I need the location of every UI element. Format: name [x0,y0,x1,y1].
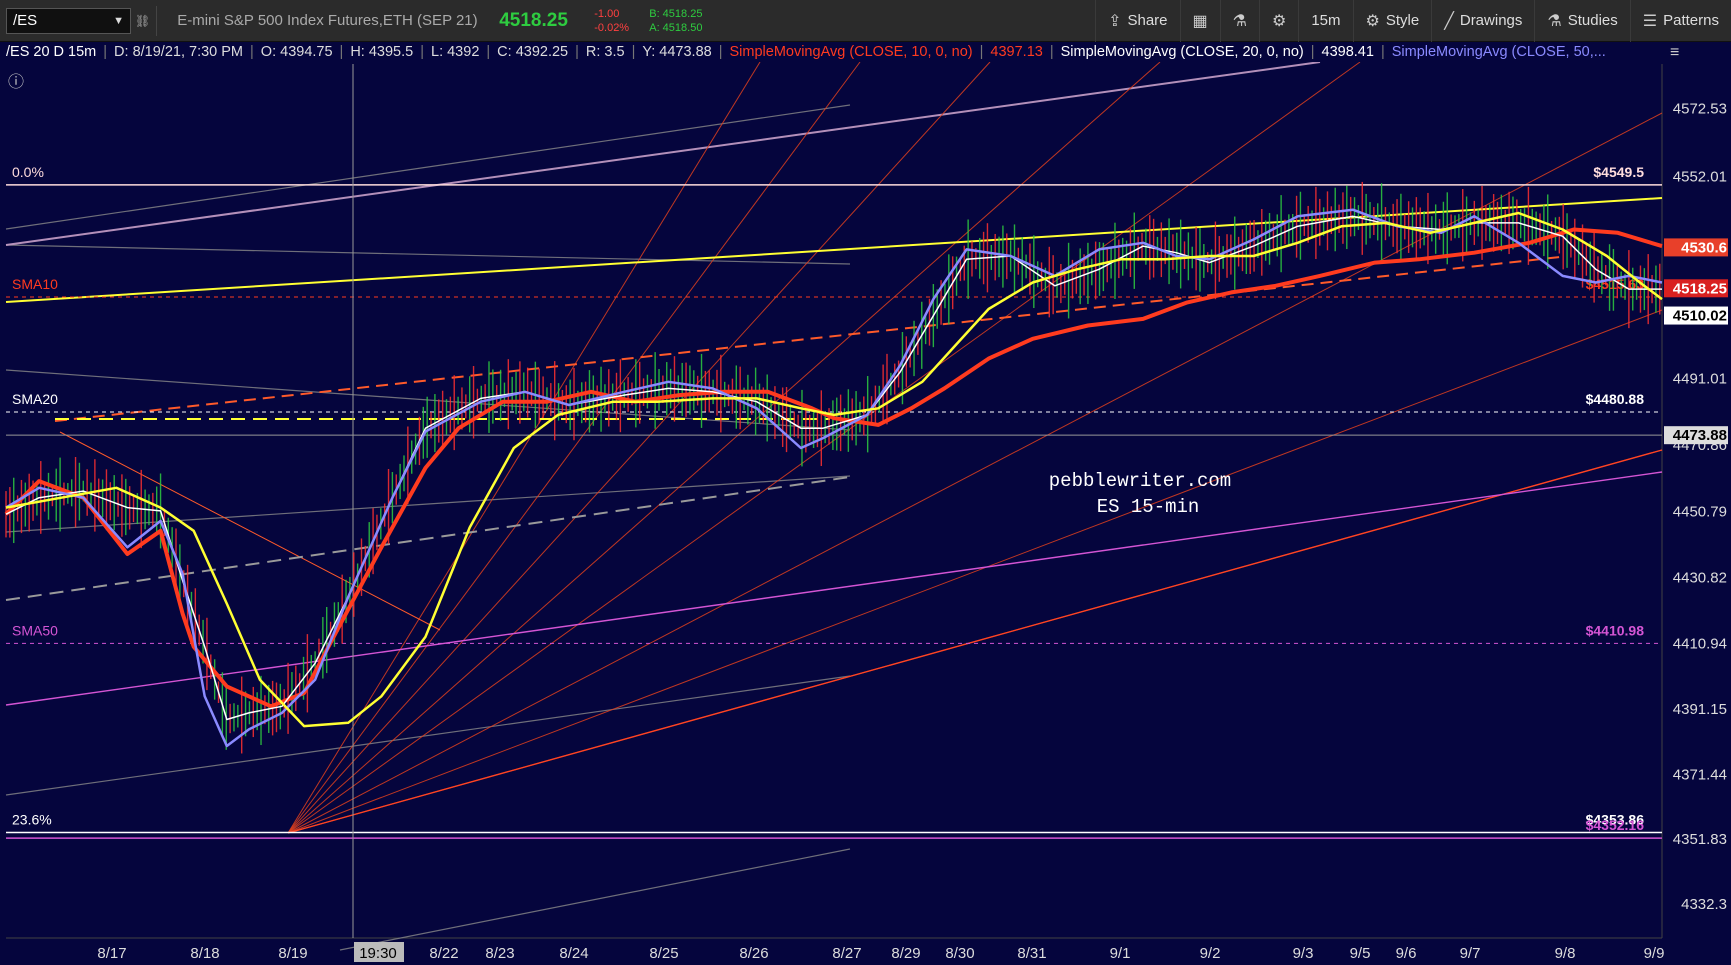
sma10-value: 4397.13 [990,44,1043,60]
level-label-left: 0.0% [12,164,44,180]
bar-open: O: 4394.75 [260,44,333,60]
level-label-left: 23.6% [12,812,52,828]
bar-range: R: 3.5 [585,44,625,60]
info-separator: | [250,44,254,60]
bar-date: D: 8/19/21, 7:30 PM [114,44,244,60]
x-tick-label: 8/24 [559,945,588,962]
info-separator: | [486,44,491,60]
chart-settings-icon[interactable]: ≡ [1670,44,1679,62]
x-tick-label: 8/18 [190,945,219,962]
y-axis-panel [1662,64,1731,938]
x-tick-label: 8/25 [649,945,678,962]
info-separator: | [103,44,108,60]
info-separator: | [575,44,579,60]
y-tick-label: 4572.53 [1673,101,1727,118]
x-tick-label: 8/22 [429,945,458,962]
info-separator: | [1380,44,1385,60]
y-tick-label: 4491.01 [1673,370,1727,387]
x-tick-label: 8/23 [485,945,514,962]
price-tag-label: 4510.02 [1673,308,1727,325]
y-tick-label: 4371.44 [1673,766,1727,783]
level-label-left: SMA10 [12,276,58,292]
x-tick-label: 9/3 [1293,945,1314,962]
price-tag-label: 4518.25 [1673,280,1727,297]
x-tick-label: 8/31 [1017,945,1046,962]
sma20-value: 4398.41 [1321,44,1374,60]
x-tick-label: 8/29 [891,945,920,962]
y-tick-label: 4391.15 [1673,701,1727,718]
bar-low: L: 4392 [431,44,480,60]
x-tick-label: 8/27 [832,945,861,962]
sma10-legend: SimpleMovingAvg (CLOSE, 10, 0, no) [729,44,973,60]
level-label-left: SMA20 [12,391,58,407]
y-tick-label: 4552.01 [1673,169,1727,186]
sma20-legend: SimpleMovingAvg (CLOSE, 20, 0, no) [1060,44,1304,60]
x-tick-label: 9/6 [1396,945,1417,962]
info-separator: | [718,44,723,60]
info-separator: | [979,44,984,60]
info-separator: | [339,44,344,60]
sma50-legend: SimpleMovingAvg (CLOSE, 50,... [1391,44,1606,60]
watermark-line: ES 15-min [1097,496,1200,518]
info-separator: | [1049,44,1054,60]
y-tick-label: 4430.82 [1673,570,1727,587]
x-tick-label: 9/7 [1460,945,1481,962]
info-separator: | [420,44,424,60]
level-label-right: $4352.16 [1586,817,1645,833]
level-label-right: $4410.98 [1586,622,1645,638]
price-tag-label: 4473.88 [1673,427,1727,444]
watermark-line: pebblewriter.com [1049,470,1231,492]
info-icon[interactable]: ⓘ [8,68,24,92]
level-label-left: SMA50 [12,622,58,638]
y-tick-label: 4450.79 [1673,504,1727,521]
level-label-right: $4549.5 [1593,164,1644,180]
x-tick-label: 19:30 [359,945,397,962]
y-tick-label: 4410.94 [1673,636,1727,653]
y-tick-label: 4332.3 [1681,896,1727,913]
x-tick-label: 9/1 [1110,945,1131,962]
chart-window: { "toolbar": { "symbol": "/ES", "descrip… [0,0,1731,965]
x-tick-label: 8/26 [739,945,768,962]
x-tick-label: 9/2 [1200,945,1221,962]
x-tick-label: 9/5 [1350,945,1371,962]
chart-id: /ES 20 D 15m [6,44,97,60]
x-tick-label: 8/17 [97,945,126,962]
chart-info-line: /ES 20 D 15m | D: 8/19/21, 7:30 PM | O: … [0,42,1665,62]
x-tick-label: 9/8 [1555,945,1576,962]
info-separator: | [631,44,636,60]
cursor-value: Y: 4473.88 [642,44,712,60]
bar-close: C: 4392.25 [497,44,569,60]
x-tick-label: 8/19 [278,945,307,962]
bar-high: H: 4395.5 [350,44,414,60]
level-label-right: $4480.88 [1586,391,1645,407]
price-chart[interactable]: 0.0% $4549.5SMA10 $4515.63SMA20 $4480.88SMA… [0,0,1731,965]
y-tick-label: 4351.83 [1673,831,1727,848]
price-tag-label: 4530.6 [1681,239,1727,256]
x-tick-label: 9/9 [1644,945,1665,962]
plot-area [6,64,1662,938]
info-separator: | [1310,44,1315,60]
x-tick-label: 8/30 [945,945,974,962]
